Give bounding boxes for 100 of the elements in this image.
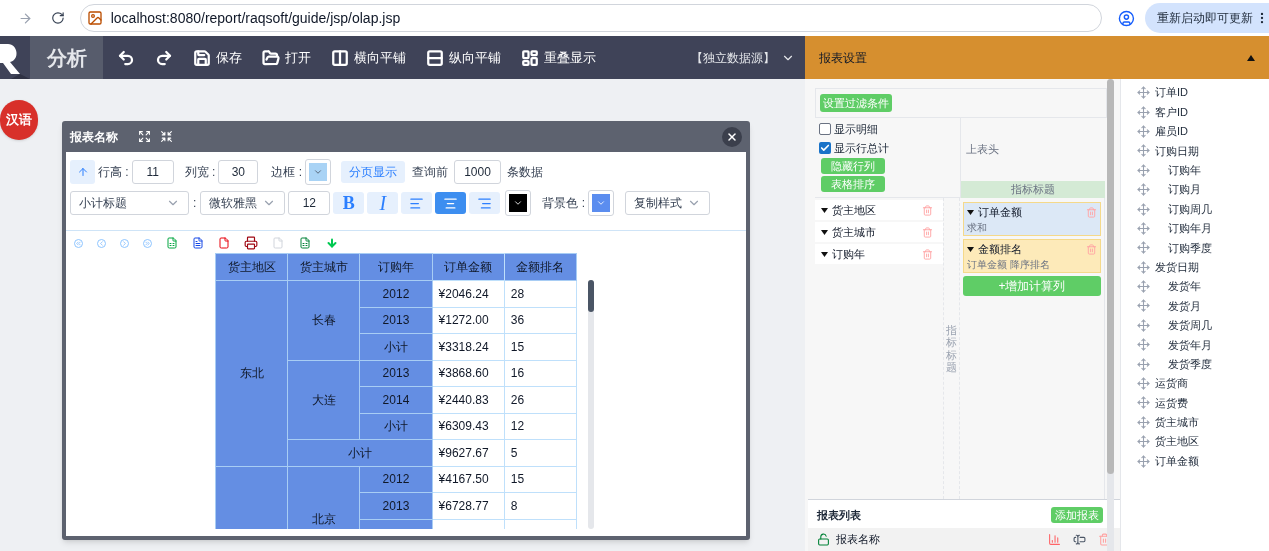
- first-page-icon[interactable]: [74, 238, 83, 248]
- delete-icon[interactable]: [922, 248, 933, 260]
- document-icon[interactable]: [272, 237, 284, 249]
- print-icon[interactable]: [244, 236, 258, 250]
- download-icon[interactable]: [326, 237, 338, 249]
- field-item[interactable]: 订购年月: [1137, 218, 1269, 239]
- field-item[interactable]: 运货费: [1137, 393, 1269, 413]
- toolbar-button[interactable]: 横向平铺: [331, 47, 406, 68]
- drag-handle-icon[interactable]: [1137, 280, 1150, 294]
- language-badge[interactable]: 汉语: [0, 100, 38, 140]
- previous-page-icon[interactable]: [97, 238, 106, 248]
- query-limit-field[interactable]: 1000: [454, 160, 501, 184]
- table-cell: ¥6309.43: [432, 413, 505, 440]
- field-item[interactable]: 订购月: [1137, 179, 1269, 200]
- last-page-icon[interactable]: [143, 238, 152, 248]
- align-left-button[interactable]: [401, 192, 433, 214]
- drag-handle-icon[interactable]: [1137, 124, 1150, 138]
- field-item[interactable]: 订购日期: [1137, 141, 1269, 161]
- measure-card[interactable]: 金额排名 订单金额 降序排名: [963, 239, 1101, 273]
- measure-card[interactable]: 订单金额 求和: [963, 202, 1101, 236]
- drag-handle-icon[interactable]: [1137, 183, 1150, 197]
- report-list-item[interactable]: 报表名称: [808, 528, 1120, 551]
- profile-icon[interactable]: [1118, 9, 1135, 27]
- app-title-tab[interactable]: 分析: [30, 36, 103, 79]
- drag-handle-icon[interactable]: [1137, 144, 1150, 158]
- drag-handle-icon[interactable]: [1137, 202, 1150, 216]
- dimension-item[interactable]: 货主地区: [815, 200, 943, 220]
- delete-icon[interactable]: [922, 204, 933, 216]
- forward-icon[interactable]: [18, 10, 33, 26]
- drag-handle-icon[interactable]: [1137, 454, 1150, 468]
- field-item[interactable]: 运货商: [1137, 373, 1269, 394]
- delete-icon[interactable]: [1086, 206, 1097, 218]
- font-select[interactable]: 微软雅黑: [200, 191, 286, 215]
- drag-handle-icon[interactable]: [1137, 435, 1150, 449]
- pdf-export-icon[interactable]: [218, 237, 230, 249]
- toolbar-button[interactable]: 纵向平铺: [426, 47, 501, 68]
- field-item[interactable]: 订购季度: [1137, 238, 1269, 258]
- drag-handle-icon[interactable]: [1137, 338, 1150, 352]
- field-item[interactable]: 订单ID: [1137, 83, 1269, 103]
- copy-style-select[interactable]: 复制样式: [625, 191, 710, 215]
- field-item[interactable]: 雇员ID: [1137, 121, 1269, 142]
- drag-handle-icon[interactable]: [1137, 299, 1150, 313]
- align-center-button[interactable]: [435, 192, 467, 214]
- style-target-select[interactable]: 小计标题: [70, 191, 189, 215]
- drag-handle-icon[interactable]: [1137, 221, 1150, 235]
- datasource-dropdown[interactable]: 【独立数据源】: [691, 48, 795, 67]
- field-item[interactable]: 发货周几: [1137, 315, 1269, 336]
- toolbar-button[interactable]: 打开: [262, 47, 311, 68]
- field-item[interactable]: 订购周几: [1137, 199, 1269, 219]
- reload-icon[interactable]: [50, 11, 65, 25]
- field-item[interactable]: 发货年月: [1137, 335, 1269, 355]
- drag-handle-icon[interactable]: [1137, 415, 1150, 429]
- delete-icon[interactable]: [1086, 243, 1097, 255]
- delete-icon[interactable]: [922, 226, 933, 238]
- word-export-icon[interactable]: [192, 237, 204, 249]
- restore-icon[interactable]: [160, 130, 173, 143]
- csv-export-icon[interactable]: [298, 237, 312, 249]
- drag-handle-icon[interactable]: [1137, 86, 1150, 100]
- field-item[interactable]: 发货季度: [1137, 354, 1269, 374]
- drag-handle-icon[interactable]: [1137, 105, 1150, 119]
- drag-handle-icon[interactable]: [1137, 241, 1150, 255]
- chart-icon[interactable]: [1048, 533, 1061, 546]
- field-label: 行高 :: [98, 164, 129, 181]
- field-item[interactable]: 发货月: [1137, 296, 1269, 316]
- field-item[interactable]: 货主地区: [1137, 432, 1269, 452]
- row-height-field[interactable]: 11: [131, 160, 174, 184]
- column-width-field[interactable]: 30: [218, 160, 259, 184]
- drag-handle-icon[interactable]: [1137, 318, 1150, 332]
- maximize-icon[interactable]: [138, 130, 151, 143]
- dimension-item[interactable]: 订购年: [815, 244, 943, 264]
- field-item[interactable]: 订单金额: [1137, 451, 1269, 471]
- checkbox[interactable]: [819, 123, 831, 136]
- drag-handle-icon[interactable]: [1137, 377, 1150, 391]
- drag-handle-icon[interactable]: [1137, 396, 1150, 410]
- unlock-icon[interactable]: [817, 533, 830, 546]
- update-button[interactable]: 重新启动即可更新: [1145, 3, 1269, 33]
- field-item[interactable]: 发货年: [1137, 276, 1269, 297]
- toolbar-button[interactable]: 保存: [193, 47, 242, 68]
- excel-export-icon[interactable]: [166, 237, 178, 249]
- drag-handle-icon[interactable]: [1137, 260, 1150, 274]
- field-item[interactable]: 发货日期: [1137, 257, 1269, 277]
- vertical-title: 指标标题: [946, 324, 957, 373]
- toolbar-button[interactable]: 重叠显示: [521, 47, 596, 68]
- drag-handle-icon[interactable]: [1137, 357, 1150, 371]
- close-button[interactable]: [722, 126, 742, 147]
- sort-up-button[interactable]: [70, 160, 95, 184]
- next-page-icon[interactable]: [120, 238, 129, 248]
- dimension-item[interactable]: 货主城市: [815, 222, 943, 242]
- field-item[interactable]: 订购年: [1137, 160, 1269, 180]
- field-item[interactable]: 客户ID: [1137, 102, 1269, 122]
- drag-handle-icon[interactable]: [1137, 163, 1150, 177]
- caret-icon: [967, 246, 974, 252]
- font-size-field[interactable]: 12: [288, 191, 331, 215]
- undo-button[interactable]: [117, 48, 135, 67]
- collapse-icon[interactable]: [1247, 54, 1255, 61]
- checkbox[interactable]: [819, 141, 831, 154]
- align-left-icon: [409, 195, 425, 211]
- rename-icon[interactable]: [1073, 533, 1086, 546]
- field-item[interactable]: 货主城市: [1137, 412, 1269, 433]
- redo-button[interactable]: [155, 48, 173, 67]
